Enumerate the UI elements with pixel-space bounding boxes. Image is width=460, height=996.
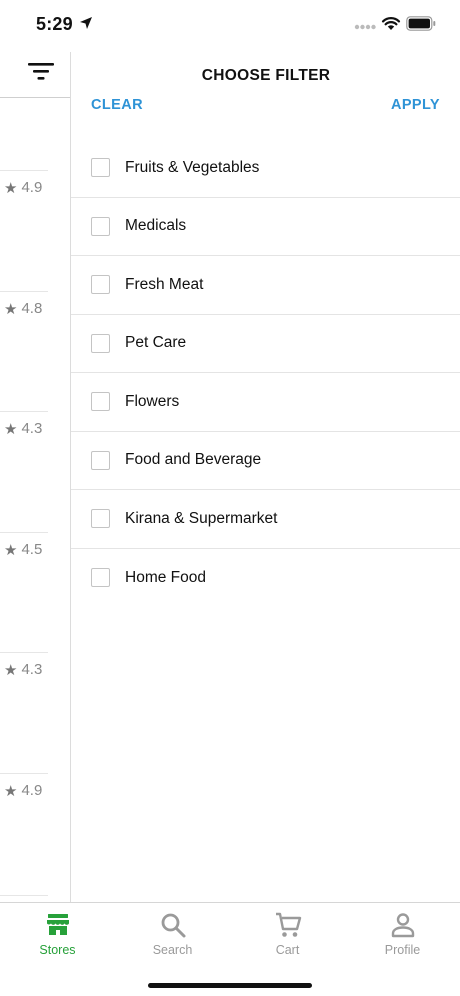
filter-options-list: Fruits & Vegetables Medicals Fresh Meat …: [71, 139, 460, 607]
checkbox[interactable]: [91, 158, 110, 178]
status-time: 5:29: [36, 14, 73, 34]
cellular-signal-icon: [354, 24, 376, 30]
profile-icon: [391, 913, 414, 938]
rating-value: 4.8: [21, 300, 43, 317]
store-icon: [46, 914, 69, 935]
home-indicator: [148, 983, 312, 988]
bottom-tab-bar: Stores Search Cart Profile: [0, 902, 460, 996]
tab-cart[interactable]: Cart: [230, 903, 345, 965]
status-bar: 5:29: [0, 0, 460, 52]
checkbox[interactable]: [91, 509, 110, 529]
store-list-background: ★ 4.9 ★ 4.8 ★ 4.3 ★ 4.5 ★ 4.3 ★ 4.9: [0, 52, 70, 902]
filter-option[interactable]: Flowers: [71, 373, 460, 432]
filter-option[interactable]: Fresh Meat: [71, 256, 460, 315]
filter-option-label: Kirana & Supermarket: [125, 509, 278, 527]
filter-option-label: Medicals: [125, 217, 187, 235]
tab-label: Profile: [384, 943, 421, 957]
tab-label: Cart: [275, 943, 300, 957]
store-rating[interactable]: ★ 4.9: [0, 773, 48, 807]
store-rating[interactable]: ★ 4.5: [0, 532, 48, 566]
checkbox[interactable]: [91, 275, 110, 295]
filter-option-label: Fruits & Vegetables: [125, 158, 260, 176]
filter-option[interactable]: Fruits & Vegetables: [71, 139, 460, 198]
tab-label: Stores: [39, 943, 76, 957]
clear-button[interactable]: CLEAR: [91, 97, 143, 113]
tab-search[interactable]: Search: [115, 903, 230, 965]
filter-option-label: Fresh Meat: [125, 275, 204, 293]
filter-option-label: Pet Care: [125, 334, 187, 352]
store-rating[interactable]: ★ 4.3: [0, 652, 48, 686]
filter-option[interactable]: Medicals: [71, 198, 460, 256]
search-icon: [161, 913, 185, 938]
tab-profile[interactable]: Profile: [345, 903, 460, 965]
checkbox[interactable]: [91, 568, 110, 588]
checkbox[interactable]: [91, 333, 110, 353]
divider: [0, 895, 48, 896]
rating-value: 4.5: [21, 541, 43, 558]
filter-option-label: Food and Beverage: [125, 451, 262, 469]
cart-icon: [275, 912, 301, 937]
tab-label: Search: [152, 943, 193, 957]
rating-value: 4.3: [21, 420, 43, 437]
rating-value: 4.9: [21, 782, 43, 799]
filter-option[interactable]: Kirana & Supermarket: [71, 490, 460, 549]
tab-stores[interactable]: Stores: [0, 903, 115, 965]
store-rating[interactable]: ★ 4.9: [0, 170, 48, 204]
checkbox[interactable]: [91, 392, 110, 412]
apply-button[interactable]: APPLY: [391, 97, 440, 113]
star-icon: ★: [4, 420, 18, 438]
filter-icon[interactable]: [28, 60, 54, 82]
filter-option[interactable]: Pet Care: [71, 315, 460, 373]
filter-option-label: Home Food: [125, 568, 206, 586]
star-icon: ★: [4, 541, 18, 559]
star-icon: ★: [4, 300, 18, 318]
rating-value: 4.3: [21, 661, 43, 678]
wifi-icon: [381, 17, 401, 30]
star-icon: ★: [4, 782, 18, 800]
star-icon: ★: [4, 179, 18, 197]
filter-option[interactable]: Home Food: [71, 549, 460, 608]
store-list-header: [0, 52, 70, 98]
battery-icon: [406, 16, 436, 31]
filter-panel-title: CHOOSE FILTER: [201, 67, 331, 84]
filter-option-label: Flowers: [125, 392, 180, 410]
checkbox[interactable]: [91, 450, 110, 470]
filter-option[interactable]: Food and Beverage: [71, 432, 460, 490]
store-rating[interactable]: ★ 4.3: [0, 411, 48, 445]
checkbox[interactable]: [91, 216, 110, 236]
filter-panel: CHOOSE FILTER CLEAR APPLY Fruits & Veget…: [70, 52, 460, 902]
star-icon: ★: [4, 661, 18, 679]
rating-value: 4.9: [21, 179, 43, 196]
location-arrow-icon: [80, 17, 92, 29]
store-rating[interactable]: ★ 4.8: [0, 291, 48, 325]
